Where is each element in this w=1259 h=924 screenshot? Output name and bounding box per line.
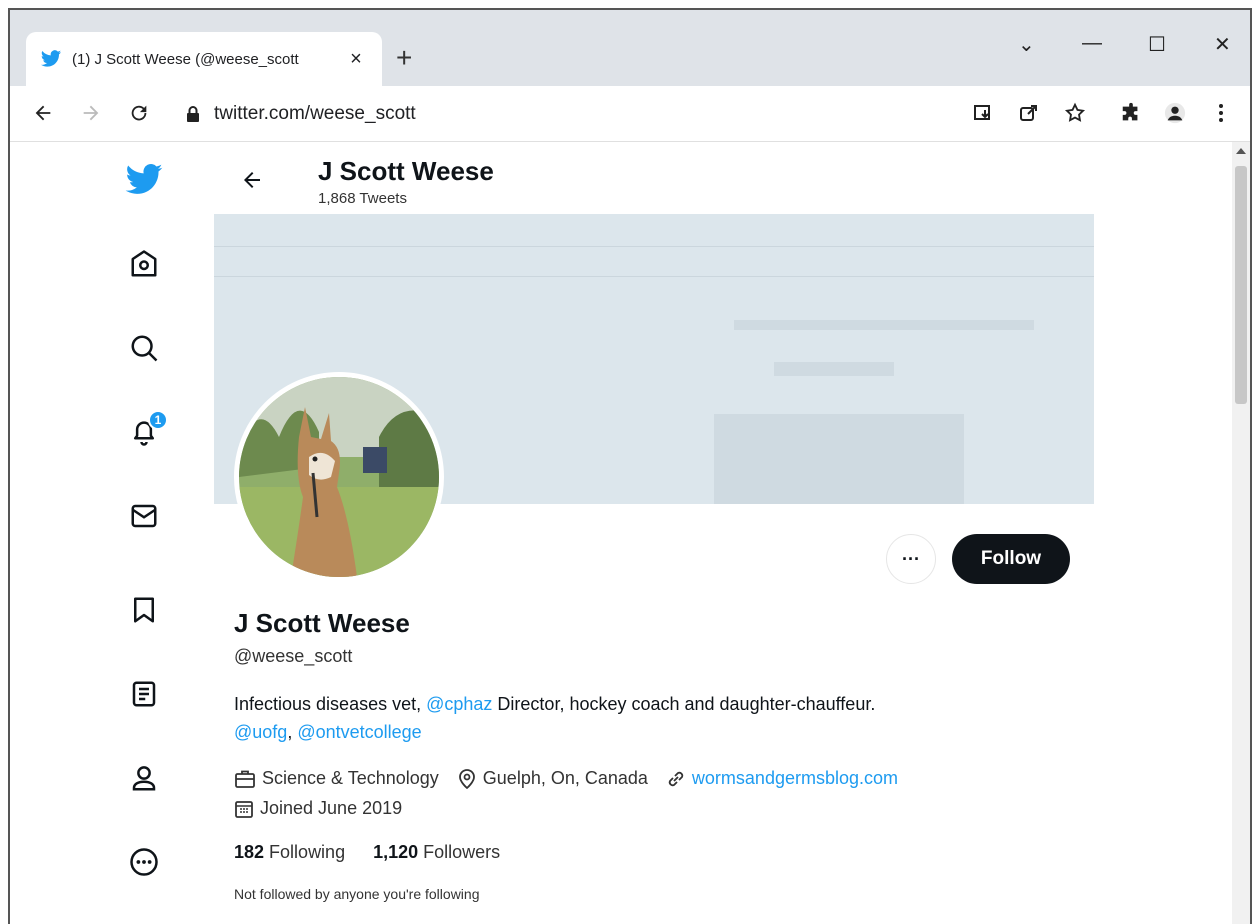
profile-name: J Scott Weese [234,608,410,638]
category-text: Science & Technology [262,768,439,788]
twitter-bird-icon [40,50,62,67]
website-link[interactable]: wormsandgermsblog.com [692,768,898,789]
page-scrollbar[interactable] [1232,142,1250,924]
tab-search-icon[interactable]: ⌄ [1018,32,1035,57]
banner-text-block [734,320,1034,330]
bio-separator: , [287,722,298,742]
notifications-bell-icon[interactable]: 1 [124,410,168,452]
minimize-button[interactable]: — [1082,32,1102,55]
category-item: Science & Technology [234,768,439,789]
browser-tab[interactable]: (1) J Scott Weese (@weese_scott × [26,32,382,86]
calendar-icon [235,800,253,818]
banner-image-block [714,414,964,504]
profile-back-arrow-icon[interactable] [234,162,270,198]
profile-more-button[interactable]: ··· [886,534,936,584]
follow-stats: 182 Following 1,120 Followers [234,842,528,863]
browser-toolbar: twitter.com/weese_scott [10,86,1250,142]
tab-strip: (1) J Scott Weese (@weese_scott × + ⌄ — … [10,10,1250,86]
install-app-icon[interactable] [968,98,998,128]
profile-handle: @weese_scott [234,646,353,666]
joined-item: Joined June 2019 [234,798,402,819]
close-window-button[interactable]: ✕ [1214,32,1231,57]
banner-text-block [774,362,894,376]
twitter-page: 1 J Scott Weese 1,868 Tweets ··· Follow … [10,142,1250,924]
scrollbar-thumb[interactable] [1235,166,1247,404]
following-label: Following [264,842,346,862]
followers-count: 1,120 [373,842,419,862]
profile-avatar-icon[interactable] [1160,98,1190,128]
following-link[interactable]: 182 Following [234,842,345,863]
lists-icon[interactable] [124,674,164,714]
header-profile-name: J Scott Weese [318,156,494,186]
link-icon [668,771,684,786]
kebab-menu-icon[interactable] [1206,98,1236,128]
home-icon[interactable] [124,244,164,284]
banner-line [214,246,1094,247]
back-arrow-icon[interactable] [28,98,58,128]
notification-badge: 1 [148,410,168,430]
messages-envelope-icon[interactable] [124,496,164,536]
more-options-icon[interactable] [124,842,164,882]
share-icon[interactable] [1014,98,1044,128]
bio-text: Director, hockey coach and daughter-chau… [492,694,876,714]
url-text: twitter.com/weese_scott [214,103,416,124]
address-bar[interactable]: twitter.com/weese_scott [186,100,416,128]
not-followed-note: Not followed by anyone you're following [234,886,480,902]
bio-mention-cphaz[interactable]: @cphaz [426,694,492,714]
explore-search-icon[interactable] [124,328,164,368]
llama-photo [239,377,439,577]
bookmark-star-icon[interactable] [1060,98,1090,128]
new-tab-button[interactable]: + [396,44,412,72]
followers-link[interactable]: 1,120 Followers [373,842,500,863]
maximize-button[interactable]: ☐ [1148,32,1166,57]
location-pin-icon [458,768,475,789]
followers-label: Followers [418,842,501,862]
twitter-logo-icon[interactable] [124,160,164,200]
profile-meta-row: Science & Technology Guelph, On, Canada … [234,768,916,789]
joined-text: Joined June 2019 [260,798,403,818]
profile-joined-row: Joined June 2019 [234,798,420,819]
forward-arrow-icon[interactable] [76,98,106,128]
scroll-up-arrow-icon[interactable] [1236,148,1246,154]
profile-avatar[interactable] [234,372,444,582]
follow-button[interactable]: Follow [952,534,1070,584]
header-tweet-count: 1,868 Tweets [318,190,407,207]
location-text: Guelph, On, Canada [482,768,648,788]
location-item: Guelph, On, Canada [457,768,648,789]
reload-icon[interactable] [124,98,154,128]
banner-line [214,276,1094,277]
tab-close-icon[interactable]: × [344,48,368,71]
tab-title: (1) J Scott Weese (@weese_scott [72,50,299,68]
browser-window: (1) J Scott Weese (@weese_scott × + ⌄ — … [8,8,1252,924]
following-count: 182 [234,842,265,862]
profile-bio: Infectious diseases vet, @cphaz Director… [234,690,1094,746]
extensions-puzzle-icon[interactable] [1116,98,1146,128]
bio-mention-ontvetcollege[interactable]: @ontvetcollege [297,722,421,742]
bio-mention-uofg[interactable]: @uofg [234,722,287,742]
bio-text: Infectious diseases vet, [234,694,427,714]
lock-icon [187,106,199,122]
briefcase-icon [235,770,255,788]
website-item[interactable]: wormsandgermsblog.com [666,768,898,789]
profile-icon[interactable] [124,758,164,798]
bookmarks-icon[interactable] [124,590,164,630]
